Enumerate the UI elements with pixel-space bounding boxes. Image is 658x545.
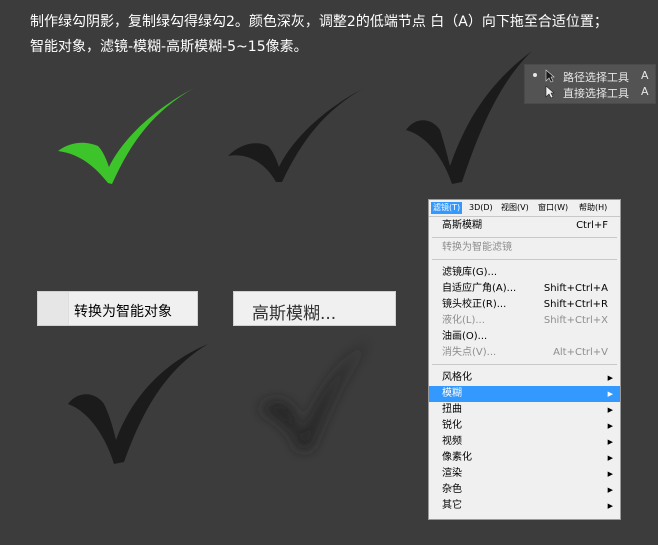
gaussian-blur-item[interactable]: 高斯模糊... [233, 291, 396, 326]
menu-item-label: 自适应广角(A)... [442, 283, 517, 294]
convert-to-smart-object-label: 转换为智能对象 [74, 304, 172, 320]
menu-gutter [38, 292, 69, 325]
menubar-help[interactable]: 帮助(H) [579, 202, 607, 214]
submenu-noise[interactable]: 杂色 ▶ [429, 482, 620, 498]
menu-item-label: 模糊 [442, 388, 462, 399]
final-dark-checkmark [68, 344, 208, 464]
gaussian-blur-label: 高斯模糊... [252, 304, 337, 324]
submenu-arrow-icon: ▶ [607, 406, 613, 414]
blurred-shadow-checkmark [260, 340, 370, 450]
submenu-arrow-icon: ▶ [607, 502, 613, 510]
submenu-sharpen[interactable]: 锐化 ▶ [429, 418, 620, 434]
menubar-window[interactable]: 窗口(W) [538, 202, 568, 214]
path-selection-tool-shortcut: A [641, 69, 649, 82]
direct-selection-tool-label: 直接选择工具 [563, 87, 629, 100]
menu-item-label: 锐化 [442, 420, 462, 431]
direct-selection-tool-item[interactable]: 直接选择工具 A [525, 83, 655, 101]
menu-item-label: 液化(L)... [442, 315, 485, 326]
menu-item-shortcut: Shift+Ctrl+R [543, 299, 608, 310]
menu-item-shortcut: Ctrl+F [576, 220, 608, 231]
convert-to-smart-object-item[interactable]: 转换为智能对象 [37, 291, 198, 326]
instruction-line-1: 制作绿勾阴影，复制绿勾得绿勾2。颜色深灰，调整2的低端节点 白（A）向下拖至合适… [30, 14, 608, 30]
menu-item-label: 镜头校正(R)... [442, 299, 507, 310]
submenu-render[interactable]: 渲染 ▶ [429, 466, 620, 482]
submenu-arrow-icon: ▶ [607, 374, 613, 382]
submenu-stylize[interactable]: 风格化 ▶ [429, 370, 620, 386]
submenu-arrow-icon: ▶ [607, 438, 613, 446]
submenu-blur[interactable]: 模糊 ▶ [429, 386, 620, 402]
menu-item-shortcut: Alt+Ctrl+V [553, 347, 608, 358]
submenu-arrow-icon: ▶ [607, 470, 613, 478]
menu-item-shortcut: Shift+Ctrl+X [543, 315, 608, 326]
menu-separator [432, 259, 617, 260]
menu-item-label: 高斯模糊 [442, 220, 482, 231]
direct-selection-cursor-icon [545, 85, 555, 99]
menu-item-label: 像素化 [442, 452, 472, 463]
submenu-arrow-icon: ▶ [607, 422, 613, 430]
submenu-pixelate[interactable]: 像素化 ▶ [429, 450, 620, 466]
menu-item-vanishing-point[interactable]: 消失点(V)... Alt+Ctrl+V [429, 345, 620, 361]
menu-item-label: 视频 [442, 436, 462, 447]
menu-item-label: 渲染 [442, 468, 462, 479]
menu-bar: 滤镜(T) 3D(D) 视图(V) 窗口(W) 帮助(H) [429, 200, 620, 217]
direct-selection-tool-shortcut: A [641, 85, 649, 98]
submenu-arrow-icon: ▶ [607, 390, 613, 398]
menu-item-label: 油画(O)... [442, 331, 488, 342]
menu-item-label: 其它 [442, 500, 462, 511]
menu-item-adaptive-wide-angle[interactable]: 自适应广角(A)... Shift+Ctrl+A [429, 281, 620, 297]
stretched-dark-checkmark [406, 51, 532, 184]
instruction-line-2: 智能对象，滤镜-模糊-高斯模糊-5~15像素。 [30, 39, 308, 55]
menubar-view[interactable]: 视图(V) [501, 202, 529, 214]
green-checkmark [58, 88, 194, 184]
path-selection-cursor-icon [545, 69, 555, 83]
menu-item-label: 滤镜库(G)... [442, 267, 498, 278]
menu-item-last-filter[interactable]: 高斯模糊 Ctrl+F [429, 218, 620, 234]
menubar-3d[interactable]: 3D(D) [469, 202, 493, 214]
menu-item-label: 转换为智能滤镜 [442, 242, 512, 253]
menu-item-filter-gallery[interactable]: 滤镜库(G)... [429, 265, 620, 281]
menu-item-oil-paint[interactable]: 油画(O)... [429, 329, 620, 345]
menu-item-shortcut: Shift+Ctrl+A [543, 283, 608, 294]
menu-item-convert-smart-filters[interactable]: 转换为智能滤镜 [429, 240, 620, 256]
menu-item-liquify[interactable]: 液化(L)... Shift+Ctrl+X [429, 313, 620, 329]
path-tool-flyout: 路径选择工具 A 直接选择工具 A [524, 64, 656, 104]
menu-item-label: 消失点(V)... [442, 347, 497, 358]
dark-checkmark-copy [228, 88, 364, 182]
submenu-arrow-icon: ▶ [607, 486, 613, 494]
menu-separator [432, 237, 617, 238]
menu-item-lens-correction[interactable]: 镜头校正(R)... Shift+Ctrl+R [429, 297, 620, 313]
filter-menu: 滤镜(T) 3D(D) 视图(V) 窗口(W) 帮助(H) 高斯模糊 Ctrl+… [428, 199, 621, 520]
menu-separator [432, 364, 617, 365]
submenu-arrow-icon: ▶ [607, 454, 613, 462]
submenu-video[interactable]: 视频 ▶ [429, 434, 620, 450]
menubar-filter[interactable]: 滤镜(T) [431, 202, 463, 214]
submenu-other[interactable]: 其它 ▶ [429, 498, 620, 514]
menu-item-label: 扭曲 [442, 404, 462, 415]
menu-item-label: 风格化 [442, 372, 472, 383]
submenu-distort[interactable]: 扭曲 ▶ [429, 402, 620, 418]
menu-item-label: 杂色 [442, 484, 462, 495]
